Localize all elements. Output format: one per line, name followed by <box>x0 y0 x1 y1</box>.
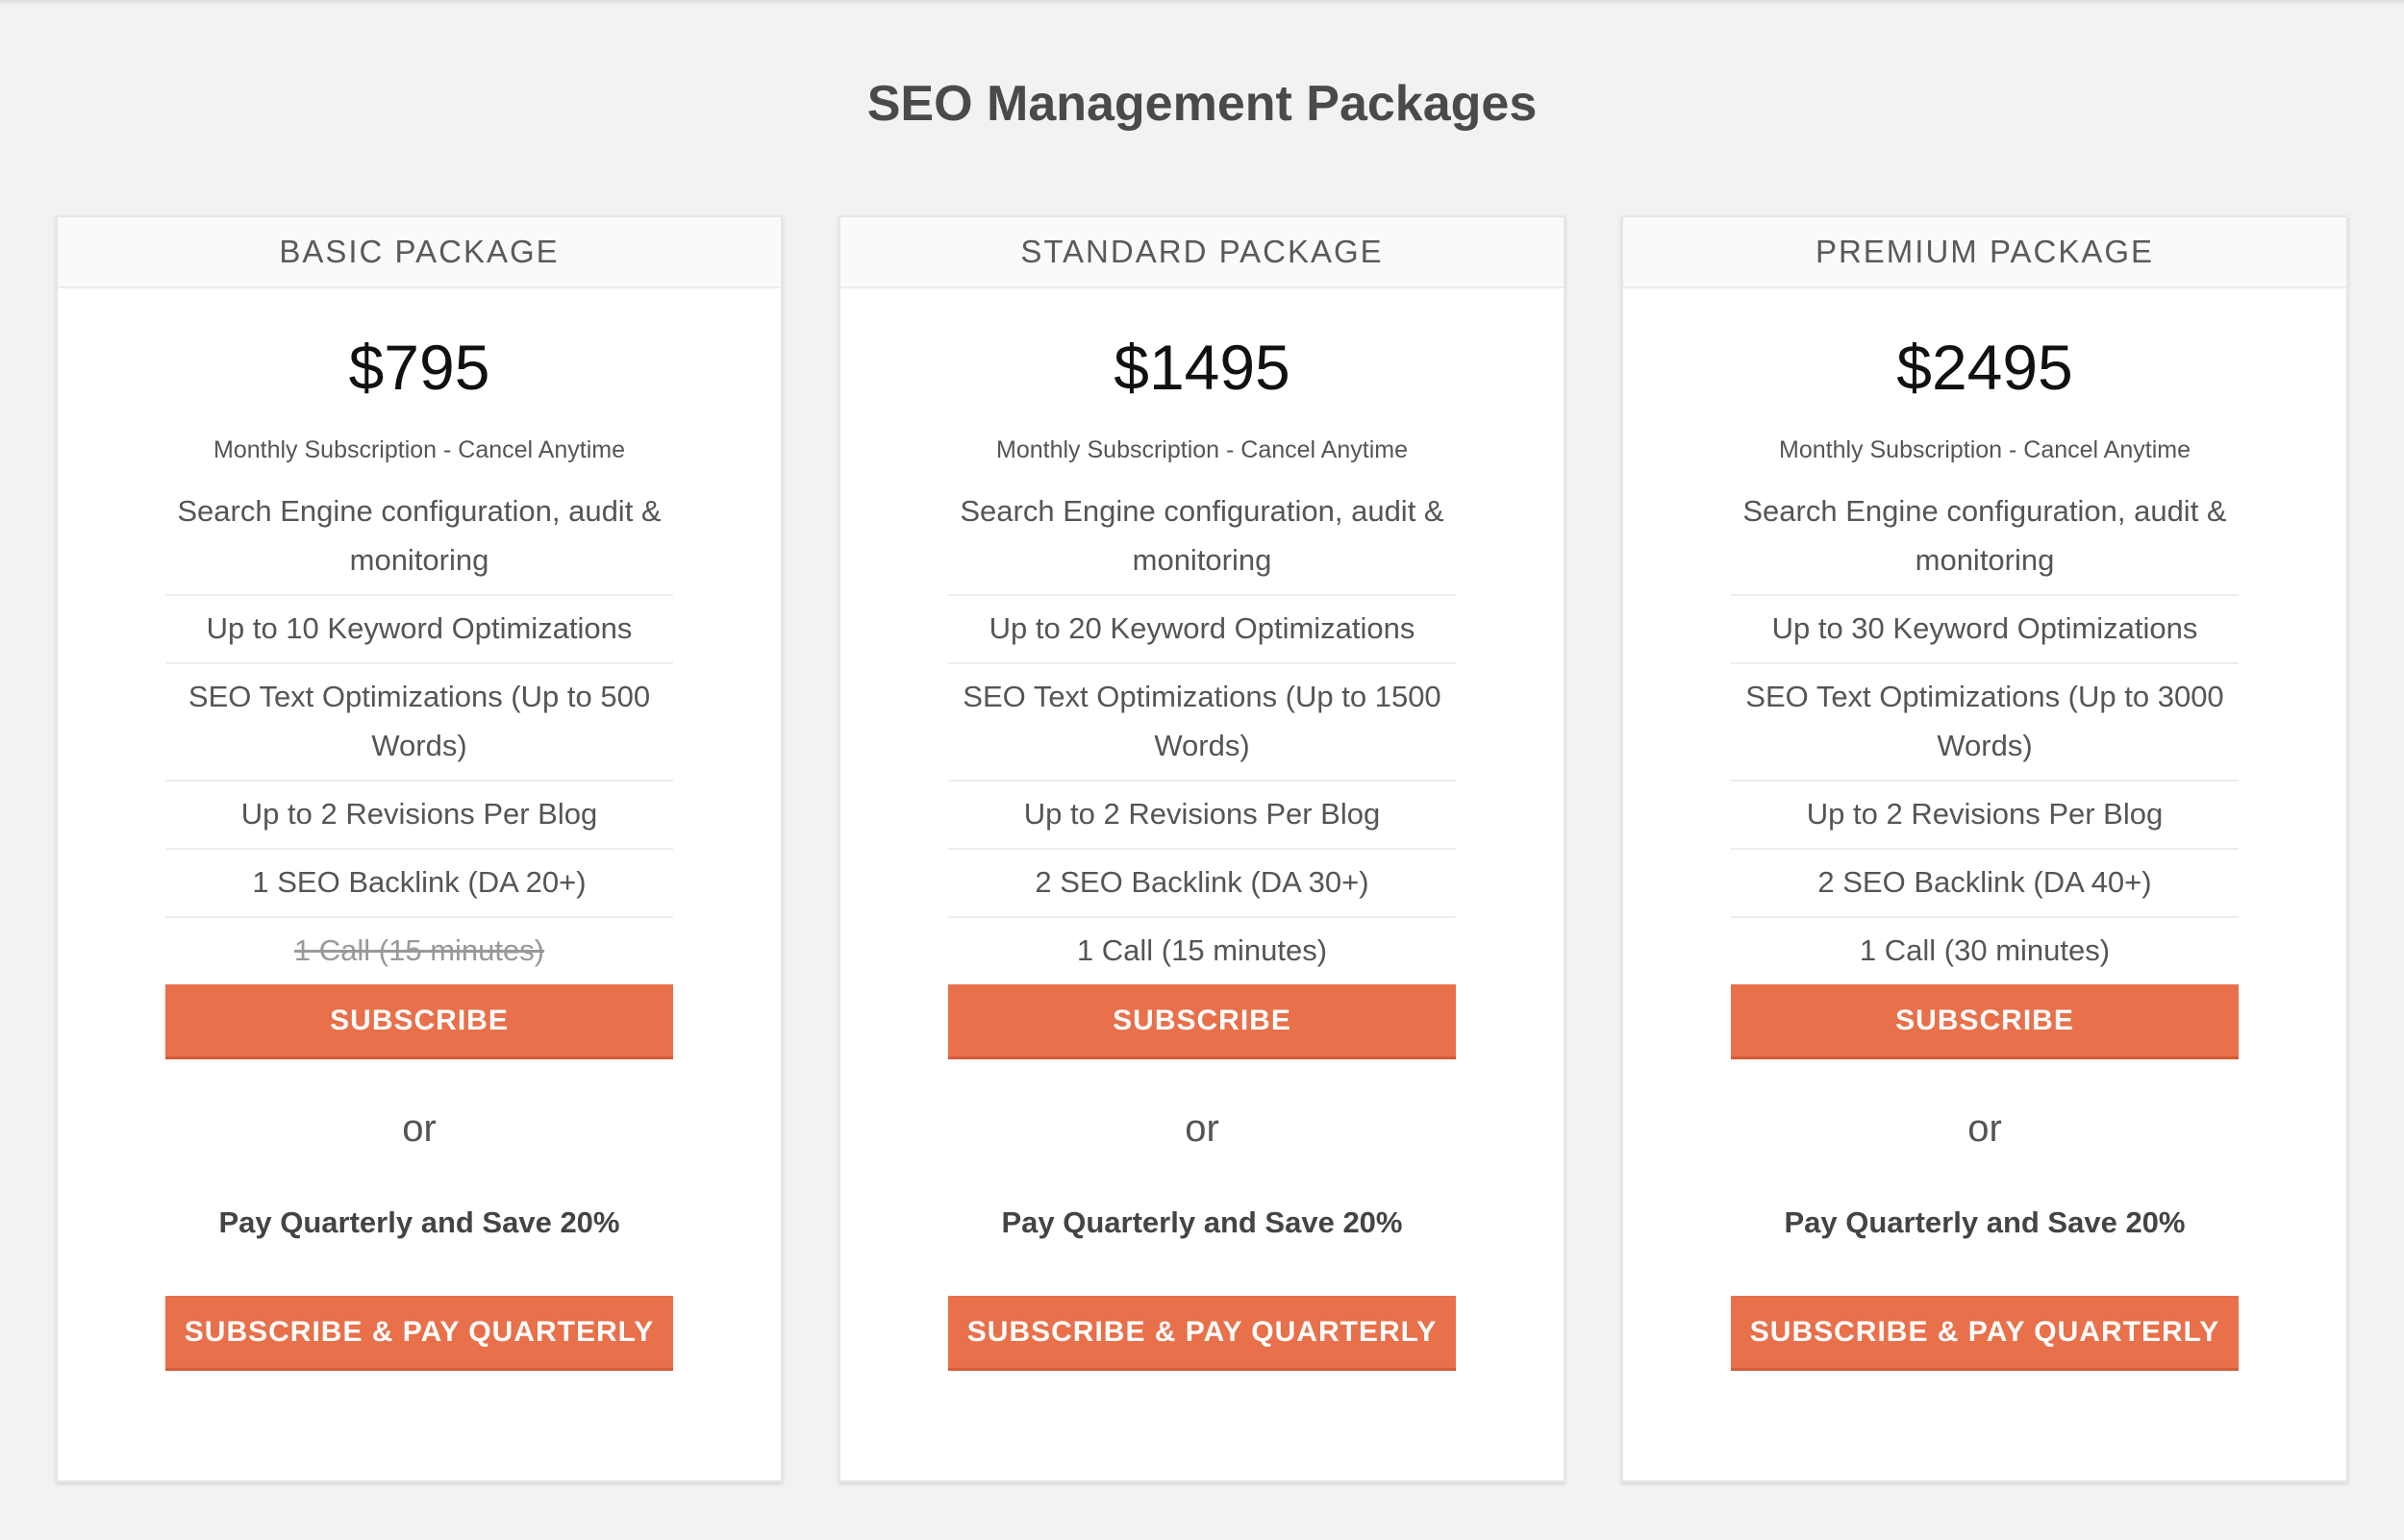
feature-item: 2 SEO Backlink (DA 30+) <box>948 850 1456 918</box>
billing-note: Monthly Subscription - Cancel Anytime <box>996 436 1408 463</box>
feature-list: Search Engine configuration, audit & mon… <box>948 479 1456 984</box>
feature-item: SEO Text Optimizations (Up to 1500 Words… <box>948 664 1456 782</box>
feature-item: 1 Call (30 minutes) <box>1859 933 2111 967</box>
feature-item: Up to 20 Keyword Optimizations <box>948 596 1456 664</box>
feature-item: SEO Text Optimizations (Up to 3000 Words… <box>1731 664 2239 782</box>
subscribe-button[interactable]: SUBSCRIBE <box>165 984 673 1059</box>
feature-list: Search Engine configuration, audit & mon… <box>165 479 673 984</box>
subscribe-quarterly-button[interactable]: SUBSCRIBE & PAY QUARTERLY <box>1731 1296 2239 1371</box>
quarterly-offer-text: Pay Quarterly and Save 20% <box>1001 1205 1403 1239</box>
card-header: BASIC PACKAGE <box>58 217 781 288</box>
or-separator: or <box>1967 1107 2002 1150</box>
price: $795 <box>348 332 490 403</box>
pricing-card-premium: PREMIUM PACKAGE $2495 Monthly Subscripti… <box>1621 215 2348 1482</box>
top-shadow <box>0 0 2404 6</box>
card-header: PREMIUM PACKAGE <box>1623 217 2346 288</box>
quarterly-offer-text: Pay Quarterly and Save 20% <box>1784 1205 2186 1239</box>
page-title: SEO Management Packages <box>866 76 1538 132</box>
price: $1495 <box>1114 332 1290 403</box>
or-separator: or <box>402 1107 437 1150</box>
pricing-card-basic: BASIC PACKAGE $795 Monthly Subscription … <box>56 215 783 1482</box>
billing-note: Monthly Subscription - Cancel Anytime <box>213 436 625 463</box>
feature-item: Search Engine configuration, audit & mon… <box>165 479 673 596</box>
feature-item: Up to 10 Keyword Optimizations <box>165 596 673 664</box>
feature-item: 1 SEO Backlink (DA 20+) <box>165 850 673 918</box>
feature-item: SEO Text Optimizations (Up to 500 Words) <box>165 664 673 782</box>
card-header: STANDARD PACKAGE <box>840 217 1564 288</box>
feature-item: Search Engine configuration, audit & mon… <box>948 479 1456 596</box>
subscribe-quarterly-button[interactable]: SUBSCRIBE & PAY QUARTERLY <box>948 1296 1456 1371</box>
subscribe-button[interactable]: SUBSCRIBE <box>1731 984 2239 1059</box>
feature-item: Up to 30 Keyword Optimizations <box>1731 596 2239 664</box>
feature-item: Search Engine configuration, audit & mon… <box>1731 479 2239 596</box>
feature-item: Up to 2 Revisions Per Blog <box>1731 782 2239 850</box>
feature-item: 1 Call (15 minutes) <box>1076 933 1328 967</box>
pricing-card-standard: STANDARD PACKAGE $1495 Monthly Subscript… <box>839 215 1565 1482</box>
feature-item: 2 SEO Backlink (DA 40+) <box>1731 850 2239 918</box>
feature-item: Up to 2 Revisions Per Blog <box>948 782 1456 850</box>
billing-note: Monthly Subscription - Cancel Anytime <box>1779 436 2191 463</box>
feature-item: 1 Call (15 minutes) <box>293 933 545 967</box>
or-separator: or <box>1185 1107 1219 1150</box>
quarterly-offer-text: Pay Quarterly and Save 20% <box>218 1205 620 1239</box>
subscribe-quarterly-button[interactable]: SUBSCRIBE & PAY QUARTERLY <box>165 1296 673 1371</box>
feature-item: Up to 2 Revisions Per Blog <box>165 782 673 850</box>
subscribe-button[interactable]: SUBSCRIBE <box>948 984 1456 1059</box>
price: $2495 <box>1896 332 2073 403</box>
feature-list: Search Engine configuration, audit & mon… <box>1731 479 2239 984</box>
